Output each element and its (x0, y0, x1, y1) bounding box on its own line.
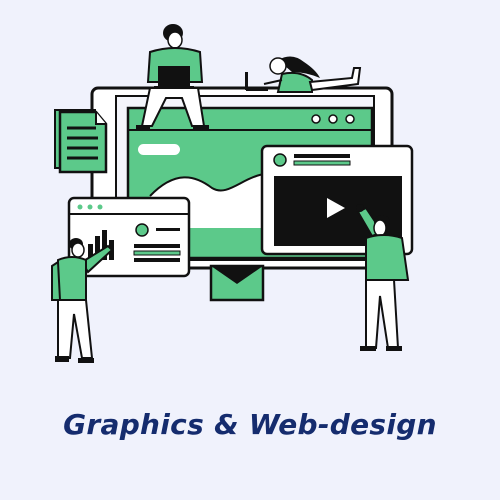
web-design-illustration (51, 24, 414, 363)
document-icon (54, 109, 108, 174)
caption: Graphics & Web-design (63, 408, 437, 441)
laptop-icon (154, 66, 194, 89)
envelope-icon (209, 264, 265, 302)
graphics-webdesign-card: Graphics & Web-design (0, 0, 500, 500)
